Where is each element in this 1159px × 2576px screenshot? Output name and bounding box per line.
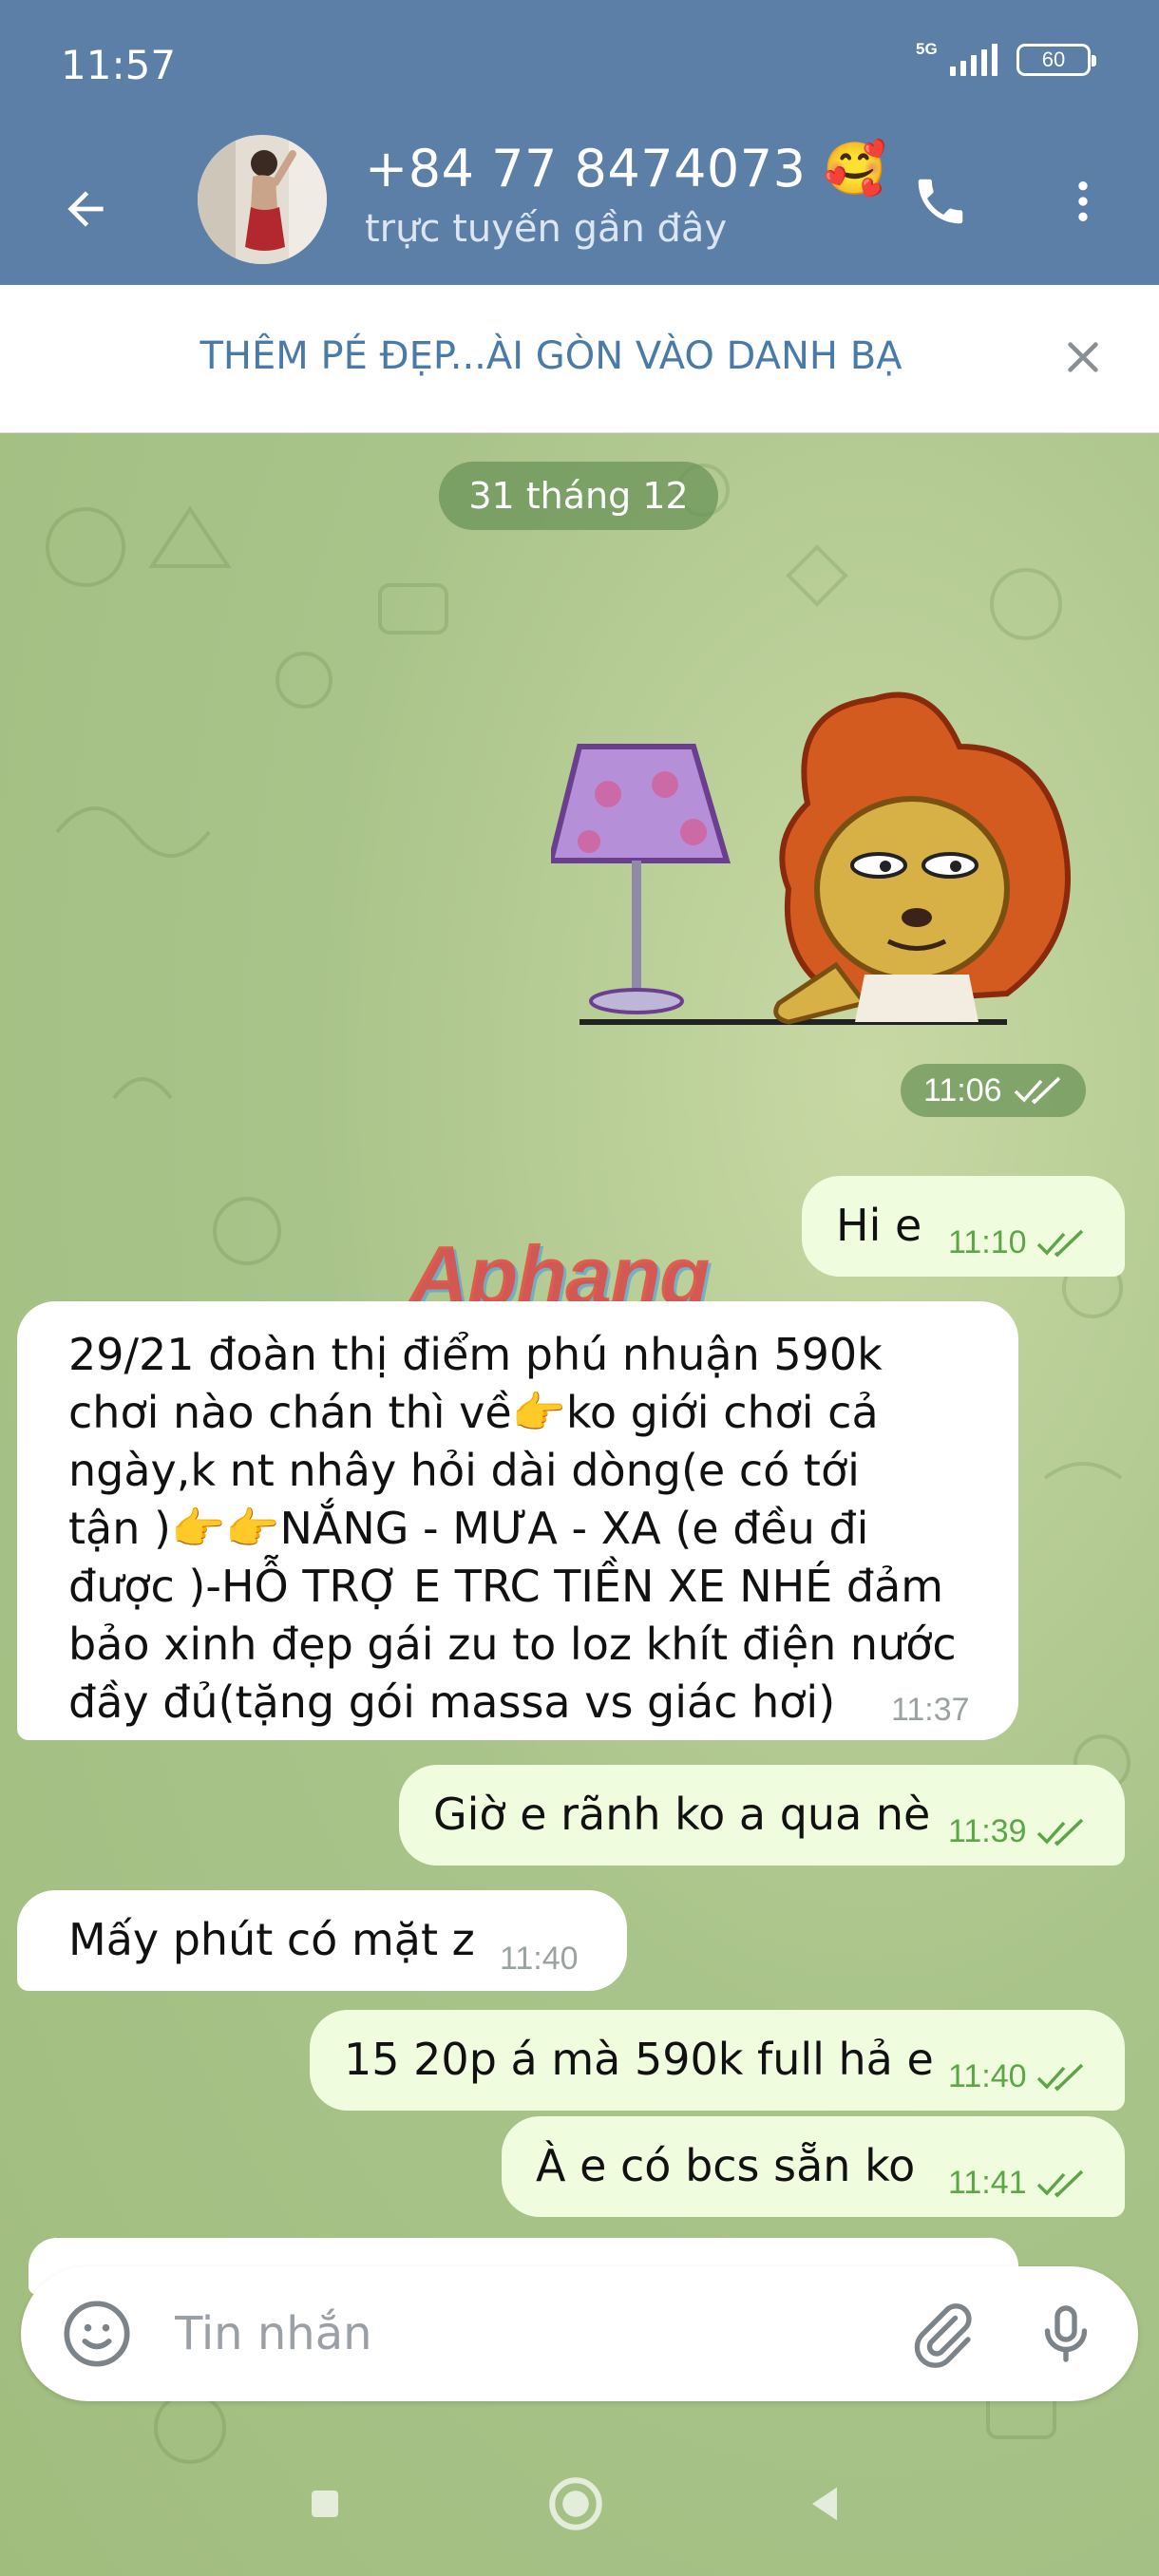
contact-status: trực tuyến gần đây (365, 207, 728, 251)
nav-home-icon (549, 2477, 602, 2530)
double-check-icon (1036, 2169, 1083, 2197)
mic-button[interactable] (1028, 2296, 1104, 2372)
date-separator: 31 tháng 12 (439, 462, 718, 530)
message-line: ngày,k nt nhây hỏi dài dòng(e có tới (68, 1445, 860, 1496)
nav-home-button[interactable] (540, 2468, 612, 2540)
message-text: Mấy phút có mặt z (68, 1914, 475, 1965)
status-bar: 11:57 5G 60 (0, 0, 1159, 133)
sticker-time-text: 11:06 (923, 1071, 1002, 1108)
double-check-icon (1036, 2063, 1083, 2091)
contact-emoji: 🥰 (823, 139, 887, 199)
contact-number: +84 77 8474073 (365, 139, 807, 199)
battery-icon: 60 (1016, 44, 1096, 76)
network-label: 5G (916, 40, 938, 58)
more-options-button[interactable] (1045, 163, 1121, 239)
message-line: chơi nào chán thì về👉ko giới chơi cả (68, 1387, 879, 1438)
message-line: được )-HỖ TRỢ E TRC TIỀN XE NHÉ đảm (68, 1561, 944, 1612)
banner-close-button[interactable] (1045, 319, 1121, 395)
system-nav-bar (0, 2432, 1159, 2576)
message-time-text: 11:41 (948, 2165, 1027, 2201)
message-time: 11:39 (948, 1803, 1088, 1861)
message-text: 29/21 đoàn thị điểm phú nhuận 590k chơi … (68, 1326, 1009, 1732)
message-text: Giờ e rãnh ko a qua nè (433, 1789, 931, 1840)
outgoing-message[interactable]: 15 20p á mà 590k full hả e 11:40 (310, 2010, 1125, 2111)
attach-icon (914, 2303, 972, 2368)
message-line: tận )👉👉NẮNG - MƯA - XA (e đều đi (68, 1503, 869, 1554)
sticker-timestamp: 11:06 (901, 1064, 1086, 1117)
message-text: Hi e (836, 1200, 922, 1251)
message-time: 11:10 (948, 1214, 1088, 1272)
back-arrow-icon (67, 191, 104, 227)
emoji-icon (64, 2301, 130, 2367)
lion-graphic (773, 691, 1071, 1025)
emoji-button[interactable] (59, 2296, 135, 2372)
chat-header: +84 77 8474073 🥰 trực tuyến gần đây (0, 133, 1159, 285)
message-line: 29/21 đoàn thị điểm phú nhuận 590k (68, 1329, 883, 1380)
message-text: À e có bcs sẵn ko (536, 2140, 916, 2191)
message-time: 11:40 (500, 1941, 579, 1977)
contact-name[interactable]: +84 77 8474073 🥰 (365, 139, 887, 199)
lion-sticker[interactable] (551, 690, 1102, 1098)
message-time: 11:40 (948, 2048, 1088, 2106)
status-time: 11:57 (61, 42, 177, 88)
back-button[interactable] (48, 171, 124, 247)
status-icons: 5G 60 (916, 40, 1096, 76)
message-line: đầy đủ(tặng gói massa vs giác hơi) (68, 1676, 836, 1728)
chat-area[interactable]: 31 tháng 12 11:06 Aphang Hi e 11:10 29/2… (0, 433, 1159, 2576)
outgoing-message[interactable]: À e có bcs sẵn ko 11:41 (502, 2116, 1125, 2217)
lamp-graphic (551, 744, 731, 1014)
nav-recents-button[interactable] (289, 2468, 361, 2540)
more-vertical-icon (1078, 181, 1088, 221)
incoming-message[interactable]: 29/21 đoàn thị điểm phú nhuận 590k chơi … (17, 1301, 1018, 1740)
battery-level: 60 (1041, 47, 1066, 71)
nav-back-button[interactable] (788, 2468, 861, 2540)
outgoing-message[interactable]: Hi e 11:10 (802, 1176, 1125, 1277)
avatar-photo (198, 135, 327, 264)
message-time-text: 11:10 (948, 1224, 1027, 1260)
avatar[interactable] (198, 135, 327, 264)
message-input[interactable] (175, 2301, 840, 2367)
signal-icon: 5G (916, 40, 998, 76)
phone-icon (918, 179, 963, 224)
message-time-text: 11:39 (948, 1813, 1027, 1849)
incoming-message[interactable]: Mấy phút có mặt z 11:40 (17, 1890, 627, 1991)
message-line: bảo xinh đẹp gái zu to loz khít điện nướ… (68, 1619, 957, 1670)
double-check-icon (1036, 1229, 1083, 1257)
double-check-icon (1036, 1818, 1083, 1846)
message-composer (21, 2266, 1138, 2401)
nav-recents-icon (312, 2491, 338, 2517)
mic-icon (1044, 2305, 1088, 2362)
double-check-icon (1014, 1076, 1060, 1105)
outgoing-message[interactable]: Giờ e rãnh ko a qua nè 11:39 (399, 1765, 1125, 1866)
message-time: 11:37 (891, 1692, 970, 1728)
attach-button[interactable] (904, 2296, 980, 2372)
message-text: 15 20p á mà 590k full hả e (344, 2034, 934, 2085)
call-button[interactable] (902, 163, 978, 239)
add-contact-button[interactable]: THÊM PÉ ĐẸP...ÀI GÒN VÀO DANH BẠ (0, 334, 1102, 378)
nav-back-icon (812, 2487, 837, 2521)
close-icon (1068, 342, 1098, 372)
add-contact-banner: THÊM PÉ ĐẸP...ÀI GÒN VÀO DANH BẠ (0, 285, 1159, 433)
message-time: 11:41 (948, 2154, 1088, 2212)
message-time-text: 11:40 (948, 2058, 1027, 2094)
